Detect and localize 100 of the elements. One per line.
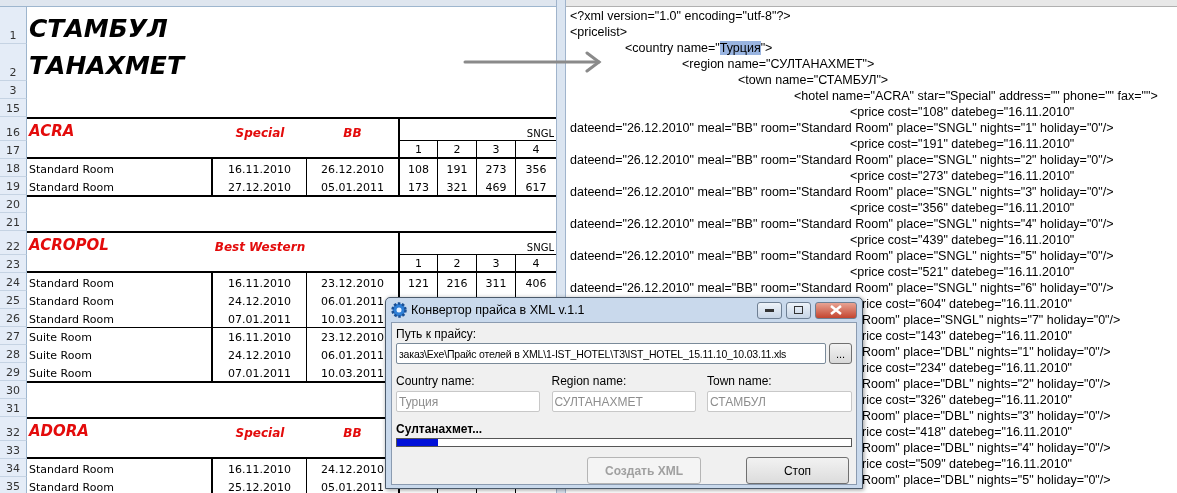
- hotel-category: Special: [235, 426, 285, 440]
- xml-line: <hotel name="ACRA" star="Special" address="" phone="" fax="">: [794, 89, 1158, 103]
- row-number: 35: [0, 477, 27, 493]
- window-title: Конвертор прайса в XML v.1.1: [411, 303, 586, 317]
- sheet-title: ТАНАХМЕТ: [29, 51, 184, 80]
- xml-line: dateend="26.12.2010" meal="BB" room="Standard Room" place="SNGL" nights="4" holiday="0"/>: [570, 217, 1114, 231]
- maximize-button[interactable]: [786, 301, 811, 319]
- xml-line: rice cost="418" datebeg="16.11.2010": [862, 425, 1073, 439]
- meal-plan: BB: [343, 426, 362, 440]
- date-to: 10.03.2011: [321, 313, 384, 326]
- hotel-category: Best Western: [214, 240, 306, 254]
- xml-line: Room" place="DBL" nights="4" holiday="0"/>: [862, 441, 1111, 455]
- row-number: 2: [0, 44, 27, 81]
- xml-line: <price cost="108" datebeg="16.11.2010": [850, 105, 1075, 119]
- date-from: 07.01.2011: [228, 367, 291, 380]
- date-from: 27.12.2010: [228, 181, 291, 194]
- xml-line: Room" place="DBL" nights="1" holiday="0"/>: [862, 345, 1111, 359]
- price-value: 617: [525, 181, 547, 194]
- row-number: 21: [0, 213, 27, 231]
- date-to: 24.12.2010: [321, 463, 384, 476]
- date-from: 24.12.2010: [228, 295, 291, 308]
- xml-line: <price cost="356" datebeg="16.11.2010": [850, 201, 1075, 215]
- row-number: 25: [0, 291, 27, 309]
- price-value: 469: [485, 181, 507, 194]
- stop-button[interactable]: Стоп: [746, 457, 849, 484]
- room-type: Suite Room: [29, 349, 92, 362]
- maximize-icon: [794, 306, 803, 314]
- xml-line: <price cost="273" datebeg="16.11.2010": [850, 169, 1075, 183]
- minimize-button[interactable]: [757, 301, 782, 319]
- xml-line: dateend="26.12.2010" meal="BB" room="Standard Room" place="SNGL" nights="2" holiday="0"/>: [570, 153, 1114, 167]
- nights-header: 2: [453, 143, 461, 156]
- date-to: 05.01.2011: [321, 481, 384, 493]
- xml-line: Room" place="DBL" nights="2" holiday="0"/>: [862, 377, 1111, 391]
- nights-header: 1: [415, 257, 422, 270]
- xml-line: <price cost="439" datebeg="16.11.2010": [850, 233, 1075, 247]
- xml-line: dateend="26.12.2010" meal="BB" room="Standard Room" place="SNGL" nights="5" holiday="0"/>: [570, 249, 1114, 263]
- path-field[interactable]: заказ\Exe\Прайс отелей в XML\1-IST_HOTEL\T3\IST_HOTEL_15.11.10_10.03.11.xls: [396, 343, 826, 364]
- price-value: 356: [525, 163, 547, 176]
- browse-button[interactable]: ...: [829, 343, 852, 364]
- minimize-icon: [765, 308, 774, 312]
- price-value: 108: [408, 163, 429, 176]
- nights-header: 3: [492, 143, 500, 156]
- xml-line: rice cost="509" datebeg="16.11.2010": [862, 457, 1073, 471]
- close-button[interactable]: [815, 301, 857, 319]
- date-from: 07.01.2011: [228, 313, 291, 326]
- meal-plan: BB: [343, 126, 362, 140]
- date-to: 23.12.2010: [321, 277, 384, 290]
- xml-line: <price cost="191" datebeg="16.11.2010": [850, 137, 1075, 151]
- row-number: 19: [0, 177, 27, 195]
- nights-header: 4: [532, 257, 540, 270]
- date-to: 06.01.2011: [321, 349, 384, 362]
- room-type: Standard Room: [29, 277, 114, 290]
- row-number: 34: [0, 459, 27, 477]
- nights-header: 4: [532, 143, 540, 156]
- xml-line: <region name="СУЛТАНАХМЕТ">: [682, 57, 875, 71]
- price-value: 273: [485, 163, 507, 176]
- xml-line: dateend="26.12.2010" meal="BB" room="Standard Room" place="SNGL" nights="6" holiday="0"/>: [570, 281, 1114, 295]
- price-value: 191: [446, 163, 468, 176]
- date-to: 10.03.2011: [321, 367, 384, 380]
- price-value: 321: [446, 181, 468, 194]
- xml-line: dateend="26.12.2010" meal="BB" room="Standard Room" place="SNGL" nights="3" holiday="0"/>: [570, 185, 1114, 199]
- room-place: SNGL: [526, 128, 554, 139]
- room-type: Standard Room: [29, 481, 114, 493]
- date-to: 05.01.2011: [321, 181, 384, 194]
- row-number: 29: [0, 363, 27, 381]
- row-number: 22: [0, 231, 27, 255]
- nights-header: 3: [492, 257, 500, 270]
- row-number: 3: [0, 81, 27, 99]
- row-number: 32: [0, 417, 27, 441]
- close-icon: [830, 305, 842, 315]
- field-label: Country name:: [396, 374, 476, 388]
- hotel-name: ACRA: [29, 122, 75, 140]
- date-from: 16.11.2010: [228, 331, 291, 344]
- row-number: 30: [0, 381, 27, 399]
- nights-header: 2: [453, 257, 461, 270]
- row-number: 17: [0, 141, 27, 159]
- xml-line: rice cost="604" datebeg="16.11.2010": [862, 297, 1073, 311]
- date-from: 25.12.2010: [228, 481, 291, 493]
- date-from: 24.12.2010: [228, 349, 291, 362]
- nights-header: 1: [415, 143, 422, 156]
- price-value: 121: [408, 277, 429, 290]
- room-type: Standard Room: [29, 181, 114, 194]
- room-type: Standard Room: [29, 463, 114, 476]
- row-number: 26: [0, 309, 27, 327]
- xml-line: <country name="Турция">: [625, 41, 773, 55]
- row-number: 31: [0, 399, 27, 417]
- row-number: 24: [0, 273, 27, 291]
- row-number: 28: [0, 345, 27, 363]
- date-from: 16.11.2010: [228, 463, 291, 476]
- date-from: 16.11.2010: [228, 163, 291, 176]
- row-number: 15: [0, 99, 27, 117]
- room-type: Suite Room: [29, 367, 92, 380]
- room-type: Standard Room: [29, 295, 114, 308]
- xml-line: rice cost="143" datebeg="16.11.2010": [862, 329, 1073, 343]
- xml-line: Room" place="SNGL" nights="7" holiday="0"/>: [862, 313, 1121, 327]
- room-place: SNGL: [526, 242, 554, 253]
- xml-line: Room" place="DBL" nights="3" holiday="0"/>: [862, 409, 1111, 423]
- row-number: 33: [0, 441, 27, 459]
- row-number: 23: [0, 255, 27, 273]
- hotel-name: ACROPOL: [29, 236, 109, 254]
